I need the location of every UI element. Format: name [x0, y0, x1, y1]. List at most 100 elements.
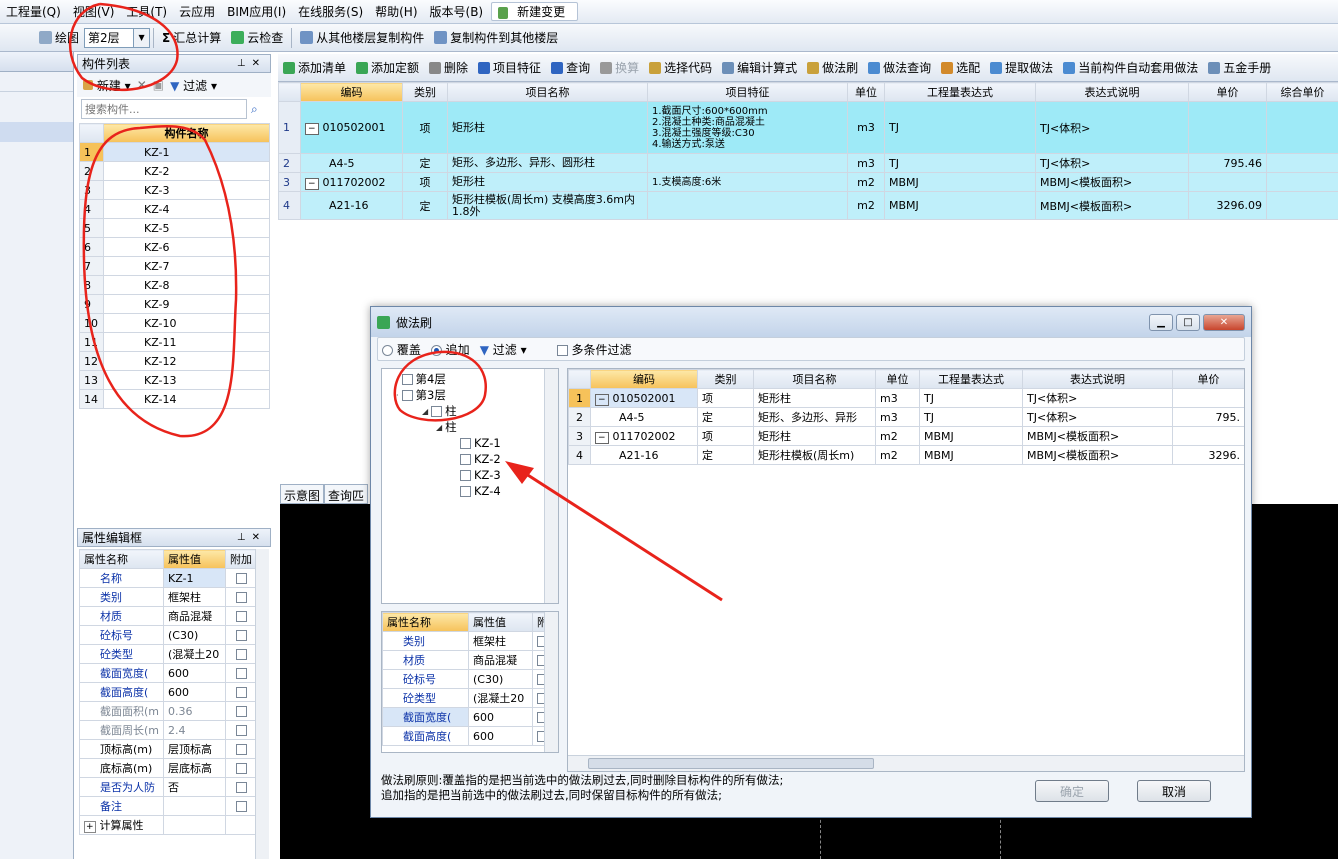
- component-row[interactable]: 7 KZ-7: [79, 256, 270, 276]
- item-toolbar-button[interactable]: 五金手册: [1203, 59, 1276, 76]
- extra-checkbox-cell[interactable]: [225, 796, 257, 816]
- expand-toggle-icon[interactable]: ·: [396, 375, 399, 384]
- component-row[interactable]: 14 KZ-14: [79, 389, 270, 409]
- menu-help[interactable]: 帮助(H): [369, 3, 423, 20]
- extra-checkbox-cell[interactable]: [225, 663, 257, 683]
- menu-version[interactable]: 版本号(B): [424, 3, 490, 20]
- tree-node[interactable]: ◢ 柱: [382, 419, 558, 435]
- component-row[interactable]: 2 KZ-2: [79, 161, 270, 181]
- extra-checkbox-cell[interactable]: [225, 606, 257, 626]
- property-value[interactable]: 0.36: [163, 701, 226, 721]
- item-toolbar-button[interactable]: 添加定额: [351, 59, 424, 76]
- scroll-thumb[interactable]: [588, 758, 874, 769]
- minimize-button[interactable]: ▁: [1149, 313, 1173, 331]
- extra-checkbox-cell[interactable]: [225, 701, 257, 721]
- property-value[interactable]: 2.4: [163, 720, 226, 740]
- expand-toggle-icon[interactable]: ·: [396, 391, 399, 400]
- property-value[interactable]: 600: [163, 663, 226, 683]
- extra-checkbox-cell[interactable]: [532, 650, 545, 670]
- extra-checkbox-cell[interactable]: [225, 815, 257, 835]
- property-row[interactable]: 截面面积(m 0.36: [78, 701, 257, 721]
- dialog-item-row[interactable]: 1−010502001 项矩形柱 m3 TJ TJ<体积>: [568, 388, 1244, 408]
- left-nav-selected[interactable]: [0, 122, 73, 142]
- tree-node[interactable]: KZ-2: [382, 451, 558, 467]
- dialog-property-row[interactable]: 类别 框架柱: [382, 631, 545, 651]
- item-toolbar-button[interactable]: 选配: [936, 59, 985, 76]
- expand-icon[interactable]: +: [84, 821, 96, 833]
- component-row[interactable]: 12 KZ-12: [79, 351, 270, 371]
- property-value[interactable]: [163, 815, 226, 835]
- property-value[interactable]: (C30): [163, 625, 226, 645]
- component-row[interactable]: 9 KZ-9: [79, 294, 270, 314]
- tree-node[interactable]: · 第4层: [382, 371, 558, 387]
- item-toolbar-button[interactable]: 当前构件自动套用做法: [1058, 59, 1203, 76]
- cancel-button[interactable]: 取消: [1137, 780, 1211, 802]
- menu-quantity[interactable]: 工程量(Q): [0, 3, 67, 20]
- component-row[interactable]: 5 KZ-5: [79, 218, 270, 238]
- item-toolbar-button[interactable]: 项目特征: [473, 59, 546, 76]
- checkbox-icon[interactable]: [460, 453, 471, 465]
- sum-calc-button[interactable]: Σ 汇总计算: [157, 29, 226, 46]
- property-row[interactable]: 是否为人防否: [78, 777, 257, 797]
- delete-icon[interactable]: ✕: [137, 78, 147, 92]
- menu-cloud[interactable]: 云应用: [173, 3, 221, 20]
- property-row[interactable]: 备注: [78, 796, 257, 816]
- property-value[interactable]: 否: [163, 777, 226, 797]
- filter-button[interactable]: ▼ 过滤 ▾: [170, 77, 217, 94]
- property-value[interactable]: 600: [163, 682, 226, 702]
- extra-checkbox-cell[interactable]: [225, 682, 257, 702]
- property-value[interactable]: KZ-1: [163, 568, 226, 588]
- extra-checkbox-cell[interactable]: [532, 707, 545, 727]
- dialog-property-row[interactable]: 截面宽度(600: [382, 707, 545, 727]
- component-row[interactable]: 3 KZ-3: [79, 180, 270, 200]
- floor-select[interactable]: 第2层 ▼: [84, 27, 151, 48]
- confirm-button[interactable]: 确定: [1035, 780, 1109, 802]
- property-row[interactable]: 类别 框架柱: [78, 587, 257, 607]
- tab-query[interactable]: 查询匹: [324, 484, 369, 504]
- property-row[interactable]: 底标高(m) 层底标高: [78, 758, 257, 778]
- dialog-property-scrollbar[interactable]: [544, 612, 558, 752]
- extra-checkbox-cell[interactable]: [532, 631, 545, 651]
- search-input[interactable]: [81, 99, 247, 119]
- property-value[interactable]: [163, 796, 226, 816]
- pin-icon[interactable]: ⊥✕: [237, 58, 266, 69]
- component-row[interactable]: 10 KZ-10: [79, 313, 270, 333]
- item-toolbar-button[interactable]: 添加清单: [278, 59, 351, 76]
- tree-node[interactable]: ◢ 柱: [382, 403, 558, 419]
- checkbox-icon[interactable]: [460, 485, 471, 497]
- dialog-item-hscroll[interactable]: [568, 755, 1244, 771]
- item-toolbar-button[interactable]: 选择代码: [644, 59, 717, 76]
- expand-toggle-icon[interactable]: ◢: [436, 423, 442, 432]
- menu-bim[interactable]: BIM应用(I): [221, 3, 292, 20]
- extra-checkbox-cell[interactable]: [225, 777, 257, 797]
- extra-checkbox-cell[interactable]: [225, 739, 257, 759]
- pin-icon[interactable]: ⊥✕: [237, 532, 266, 543]
- property-row[interactable]: 砼类型 (混凝土20: [78, 644, 257, 664]
- property-value[interactable]: 层底标高: [163, 758, 226, 778]
- collapse-icon[interactable]: −: [595, 393, 609, 406]
- item-toolbar-button[interactable]: 编辑计算式: [717, 59, 802, 76]
- property-row[interactable]: 截面高度(600: [78, 682, 257, 702]
- item-row[interactable]: 1−010502001 项矩形柱 1.截面尺寸:600*600mm 2.混凝土种类:商…: [278, 101, 1338, 154]
- extra-checkbox-cell[interactable]: [225, 625, 257, 645]
- property-value[interactable]: 商品混凝: [163, 606, 226, 626]
- item-toolbar-button[interactable]: 删除: [424, 59, 473, 76]
- property-value[interactable]: 层顶标高: [163, 739, 226, 759]
- dialog-property-row[interactable]: 截面高度(600: [382, 726, 545, 746]
- component-row[interactable]: 8 KZ-8: [79, 275, 270, 295]
- item-toolbar-button[interactable]: 做法刷: [802, 59, 863, 76]
- extra-checkbox-cell[interactable]: [225, 568, 257, 588]
- maximize-button[interactable]: □: [1176, 313, 1200, 331]
- checkbox-icon[interactable]: [431, 405, 443, 417]
- dialog-property-row[interactable]: 砼类型 (混凝土20: [382, 688, 545, 708]
- property-row[interactable]: 名称 KZ-1: [78, 568, 257, 588]
- new-component-button[interactable]: 新建 ▾: [83, 77, 131, 94]
- copy-icon[interactable]: ▣: [153, 78, 164, 92]
- close-button[interactable]: ✕: [1203, 313, 1245, 331]
- item-row[interactable]: 4 A21-16 定矩形柱模板(周长m) 支模高度3.6m内 1.8外 m2 MBMJ M…: [278, 191, 1338, 220]
- extra-checkbox-cell[interactable]: [532, 688, 545, 708]
- overwrite-radio[interactable]: 覆盖: [382, 341, 421, 358]
- copy-to-floor-button[interactable]: 复制构件到其他楼层: [429, 29, 563, 46]
- item-toolbar-button[interactable]: 做法查询: [863, 59, 936, 76]
- item-toolbar-button[interactable]: 查询: [546, 59, 595, 76]
